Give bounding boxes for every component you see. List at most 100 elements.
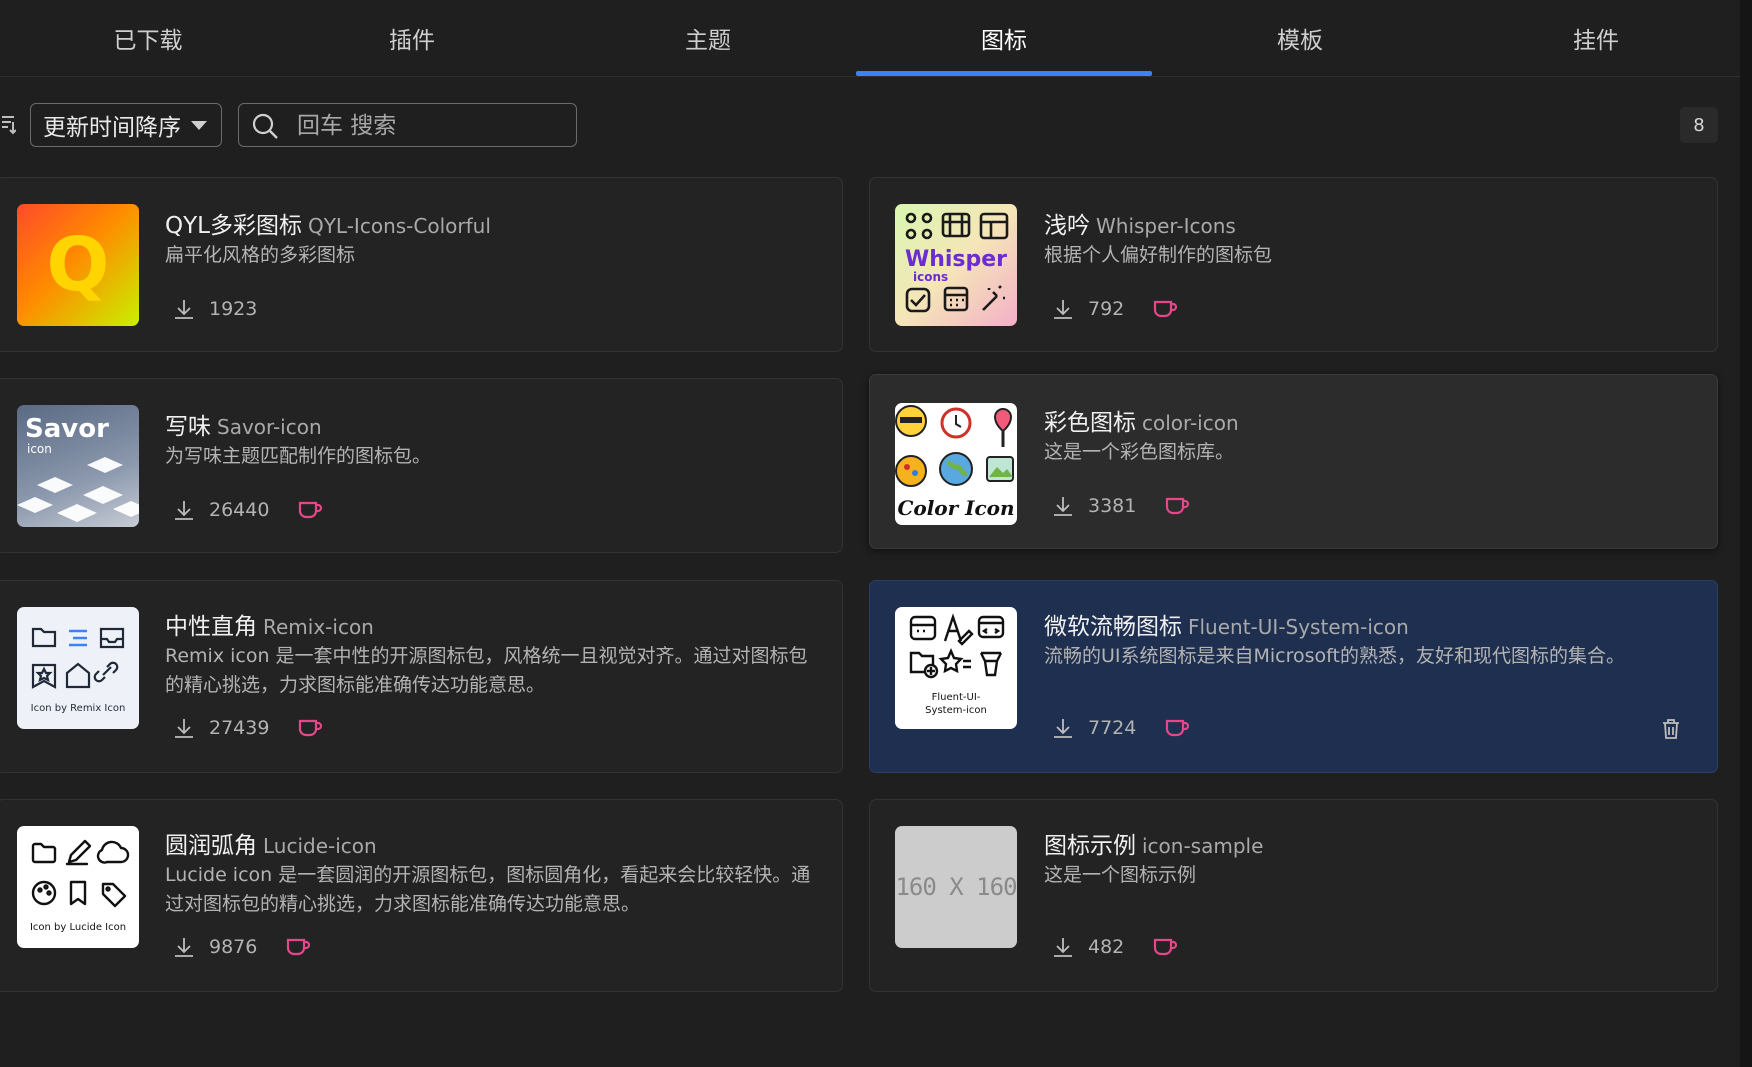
savor-thumbnail: Savor icon (17, 405, 139, 527)
card-stats: 3381 (1052, 495, 1190, 517)
tab-icons[interactable]: 图标 (856, 0, 1152, 76)
tab-bar: 已下载 插件 主题 图标 模板 挂件 (0, 0, 1740, 77)
sponsor-cup-icon[interactable] (297, 499, 323, 521)
card-description: 这是一个彩色图标库。 (1044, 441, 1235, 463)
tab-themes[interactable]: 主题 (560, 0, 856, 76)
download-count: 26440 (209, 499, 270, 521)
card-description: 根据个人偏好制作的图标包 (1044, 244, 1273, 266)
qyl-logo-letter: Q (46, 222, 110, 308)
card-name: 写味 (165, 414, 211, 440)
card-description: 扁平化风格的多彩图标 (165, 244, 356, 266)
card-title: 圆润弧角 Lucide-icon (165, 826, 377, 860)
card-package-name: Remix-icon (263, 615, 374, 639)
card-description: 流畅的UI系统图标是来自Microsoft的熟悉，友好和现代图标的集合。 (1044, 645, 1625, 667)
card-name: 彩色图标 (1044, 410, 1136, 436)
remix-icon-grid: Icon by Remix Icon (31, 627, 126, 714)
card-whisper-icons[interactable]: Whisper icons 浅吟 Whisper-Icons 根据个人偏好制作的图… (869, 177, 1718, 352)
whisper-icon-grid: Whisper icons (905, 212, 1009, 313)
download-icon (1054, 300, 1072, 319)
tab-downloaded[interactable]: 已下载 (0, 0, 296, 76)
card-stats: 27439 (173, 717, 323, 739)
card-qyl-icons[interactable]: Q QYL多彩图标 QYL-Icons-Colorful 扁平化风格的多彩图标 1… (0, 177, 843, 352)
savor-logo-subtext: icon (27, 442, 52, 456)
card-color-icon[interactable]: Color Icon 彩色图标 color-icon 这是一个彩色图标库。 338… (869, 374, 1718, 549)
card-package-name: Savor-icon (217, 415, 322, 439)
tab-widgets[interactable]: 挂件 (1448, 0, 1744, 76)
card-savor-icon[interactable]: Savor icon 写味 Savor-icon 为写味主题匹配制作的图标包。 2… (0, 378, 843, 553)
sponsor-cup-icon[interactable] (1164, 717, 1190, 739)
card-package-name: Lucide-icon (263, 834, 377, 858)
download-count: 9876 (209, 936, 258, 958)
card-lucide-icon[interactable]: Icon by Lucide Icon 圆润弧角 Lucide-icon Luci… (0, 799, 843, 992)
sample-placeholder-text: 160 X 160 (895, 873, 1017, 901)
color-icon-thumbnail: Color Icon (895, 403, 1017, 525)
tab-plugins[interactable]: 插件 (264, 0, 560, 76)
trash-icon[interactable] (1660, 717, 1682, 741)
card-name: 圆润弧角 (165, 833, 257, 859)
search-input[interactable] (295, 110, 569, 142)
sponsor-cup-icon[interactable] (1152, 936, 1178, 958)
card-package-name: Fluent-UI-System-icon (1188, 615, 1409, 639)
card-name: 微软流畅图标 (1044, 614, 1182, 640)
result-count-badge: 8 (1680, 107, 1718, 143)
lucide-icon-grid: Icon by Lucide Icon (30, 839, 130, 933)
lucide-credit-text: Icon by Lucide Icon (30, 922, 126, 933)
sort-icon[interactable] (0, 113, 17, 135)
sort-dropdown[interactable]: 更新时间降序 (30, 103, 222, 147)
card-stats: 1923 (173, 298, 257, 320)
card-stats: 482 (1052, 936, 1178, 958)
card-name: 图标示例 (1044, 833, 1136, 859)
card-title: 中性直角 Remix-icon (165, 607, 374, 641)
sponsor-cup-icon[interactable] (285, 936, 311, 958)
card-package-name: color-icon (1142, 411, 1239, 435)
card-name: QYL多彩图标 (165, 213, 302, 239)
sponsor-cup-icon[interactable] (297, 717, 323, 739)
card-title: 彩色图标 color-icon (1044, 403, 1239, 437)
fluent-credit-text: Fluent-UI- (932, 692, 981, 703)
card-title: 图标示例 icon-sample (1044, 826, 1263, 860)
whisper-logo-text: Whisper (905, 247, 1007, 272)
fluent-icon-grid: Fluent-UI- System-icon (909, 613, 1005, 716)
card-stats: 9876 (173, 936, 311, 958)
card-description: 为写味主题匹配制作的图标包。 (165, 445, 432, 467)
savor-pattern: Savor icon (17, 414, 139, 522)
scrollbar-track[interactable] (1740, 0, 1752, 1067)
card-package-name: Whisper-Icons (1096, 214, 1236, 238)
card-fluent-icon[interactable]: Fluent-UI- System-icon 微软流畅图标 Fluent-UI-S… (869, 580, 1718, 773)
remix-thumbnail: Icon by Remix Icon (17, 607, 139, 729)
whisper-thumbnail: Whisper icons (895, 204, 1017, 326)
lucide-thumbnail: Icon by Lucide Icon (17, 826, 139, 948)
fluent-credit-subtext: System-icon (925, 705, 987, 716)
card-title: QYL多彩图标 QYL-Icons-Colorful (165, 206, 491, 240)
qyl-thumbnail: Q (17, 204, 139, 326)
card-remix-icon[interactable]: Icon by Remix Icon 中性直角 Remix-icon Remix … (0, 580, 843, 773)
card-icon-sample[interactable]: 160 X 160 图标示例 icon-sample 这是一个图标示例 482 (869, 799, 1718, 992)
card-package-name: QYL-Icons-Colorful (307, 214, 491, 238)
download-count: 3381 (1088, 495, 1137, 517)
download-count: 27439 (209, 717, 270, 739)
download-icon (1054, 938, 1072, 957)
sponsor-cup-icon[interactable] (1152, 298, 1178, 320)
card-description: Lucide icon 是一套圆润的开源图标包，图标圆角化，看起来会比较轻快。通… (165, 864, 811, 915)
download-icon (175, 300, 193, 319)
card-title: 微软流畅图标 Fluent-UI-System-icon (1044, 607, 1409, 641)
download-count: 482 (1088, 936, 1125, 958)
sort-dropdown-label: 更新时间降序 (43, 115, 181, 141)
card-description: Remix icon 是一套中性的开源图标包，风格统一且视觉对齐。通过对图标包的… (165, 645, 808, 696)
download-count: 7724 (1088, 717, 1137, 739)
remix-credit-text: Icon by Remix Icon (31, 703, 126, 714)
card-description: 这是一个图标示例 (1044, 864, 1197, 886)
search-icon (252, 113, 278, 139)
savor-logo-text: Savor (25, 414, 109, 444)
fluent-thumbnail: Fluent-UI- System-icon (895, 607, 1017, 729)
card-name: 中性直角 (165, 614, 257, 640)
tab-templates[interactable]: 模板 (1152, 0, 1448, 76)
download-icon (175, 501, 193, 520)
card-package-name: icon-sample (1142, 834, 1264, 858)
color-icon-logo-text: Color Icon (897, 496, 1014, 520)
search-box[interactable] (238, 103, 577, 147)
download-icon (1054, 719, 1072, 738)
card-stats: 792 (1052, 298, 1178, 320)
sample-thumbnail: 160 X 160 (895, 826, 1017, 948)
sponsor-cup-icon[interactable] (1164, 495, 1190, 517)
